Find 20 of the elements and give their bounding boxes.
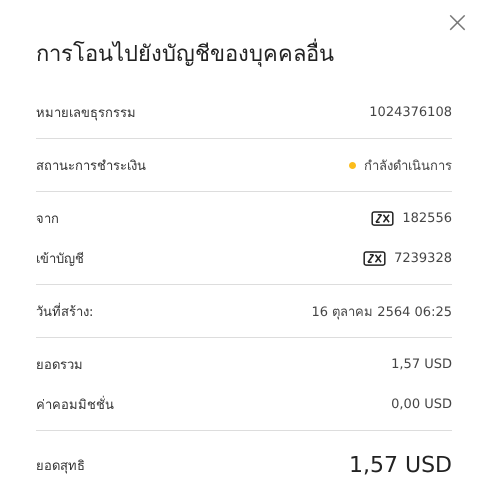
field-label: เข้าบัญชี [36,250,84,268]
field-value: 0,00 USD [391,396,452,412]
field-label: หมายเลขธุรกรรม [36,104,136,122]
field-label: วันที่สร้าง: [36,302,94,322]
field-value: 182556 [402,210,452,226]
dialog-title: การโอนไปยังบัญชีของบุคคลอื่น [36,38,452,72]
field-label: จาก [36,210,59,228]
card-icon [363,250,386,266]
field-value: 7239328 [394,250,452,266]
field-label: ยอดสุทธิ [36,458,85,476]
field-value: 16 ตุลาคม 2564 06:25 [312,304,452,322]
field-value: 1024376108 [369,104,452,120]
field-value: กำลังดำเนินการ [364,158,452,176]
close-button[interactable]: × [440,8,474,38]
field-label: ยอดรวม [36,356,83,374]
field-value: 1,57 USD [391,356,452,372]
field-label: สถานะการชำระเงิน [36,158,146,176]
total-amount: 1,57 USD [349,452,452,478]
field-label: ค่าคอมมิชชั่น [36,394,114,414]
card-icon [371,210,394,226]
